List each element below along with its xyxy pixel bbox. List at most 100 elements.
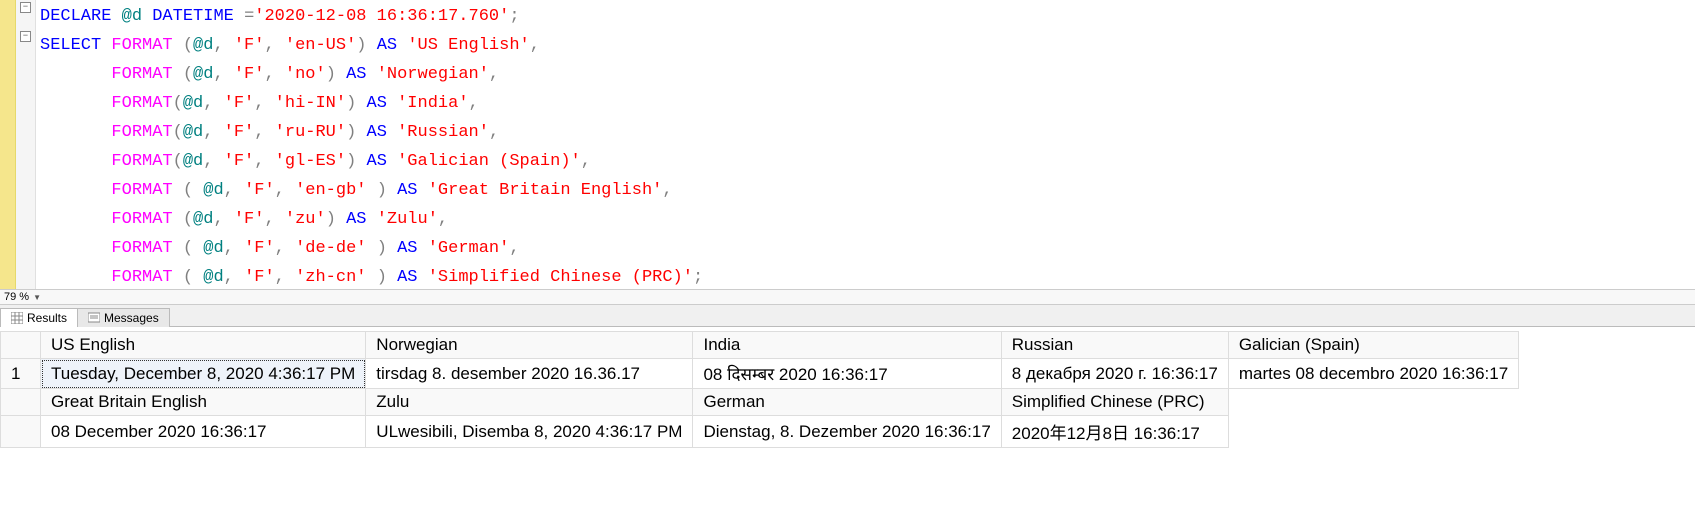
paren: ) [356,36,366,55]
sql-variable: @d [122,7,142,26]
keyword-as: AS [367,94,387,113]
row-number[interactable] [1,416,41,448]
sql-variable: @d [193,65,213,84]
keyword-as: AS [397,268,417,287]
paren: ) [326,210,336,229]
string-literal: '2020-12-08 16:36:17.760' [254,7,509,26]
change-indicator-gutter [0,0,16,289]
string-literal: 'hi-IN' [275,94,346,113]
grid-cell[interactable]: 08 दिसम्बर 2020 16:36:17 [693,359,1001,389]
fold-toggle[interactable]: − [20,2,31,13]
column-header[interactable]: India [693,332,1001,359]
paren: ( [173,152,183,171]
row-number[interactable]: 1 [1,359,41,389]
grid-cell[interactable]: Tuesday, December 8, 2020 4:36:17 PM [41,359,366,389]
keyword-as: AS [346,65,366,84]
paren: ( [173,268,204,287]
column-header[interactable]: German [693,389,1001,416]
string-literal: 'zh-cn' [295,268,366,287]
sql-type: DATETIME [152,7,234,26]
comma: , [530,36,540,55]
comma: , [213,65,223,84]
grid-cell[interactable]: 08 December 2020 16:36:17 [41,416,366,448]
paren: ) [326,65,336,84]
paren: ( [173,210,193,229]
semicolon: ; [693,268,703,287]
function-format: FORMAT [111,65,172,84]
zoom-level-selector[interactable]: 79 % ▼ [0,290,1695,305]
paren: ( [173,65,193,84]
column-header[interactable]: Norwegian [366,332,693,359]
comma: , [469,94,479,113]
comma: , [581,152,591,171]
comma: , [509,239,519,258]
string-literal: 'F' [224,123,255,142]
string-literal: 'F' [244,181,275,200]
sql-variable: @d [203,268,223,287]
string-literal: 'German' [428,239,510,258]
column-header[interactable]: Galician (Spain) [1228,332,1518,359]
comma: , [489,123,499,142]
tab-results[interactable]: Results [0,308,78,327]
string-literal: 'zu' [285,210,326,229]
header-row: US English Norwegian India Russian Galic… [1,332,1519,359]
paren: ) [346,94,356,113]
function-format: FORMAT [111,268,172,287]
fold-gutter: − − [16,0,36,289]
keyword-as: AS [367,123,387,142]
operator: = [244,7,254,26]
comma: , [264,210,274,229]
results-grid-panel: US English Norwegian India Russian Galic… [0,327,1695,448]
sql-variable: @d [183,152,203,171]
comma: , [224,239,234,258]
function-format: FORMAT [111,181,172,200]
results-grid[interactable]: US English Norwegian India Russian Galic… [0,331,1519,448]
paren: ( [173,94,183,113]
messages-icon [88,312,100,324]
string-literal: 'no' [285,65,326,84]
row-header-corner[interactable] [1,389,41,416]
column-header[interactable]: Zulu [366,389,693,416]
string-literal: 'de-de' [295,239,366,258]
string-literal: 'F' [244,268,275,287]
row-header-corner[interactable] [1,332,41,359]
column-header[interactable]: US English [41,332,366,359]
comma: , [264,36,274,55]
column-header[interactable]: Great Britain English [41,389,366,416]
column-header[interactable]: Simplified Chinese (PRC) [1001,389,1228,416]
function-format: FORMAT [111,94,172,113]
sql-variable: @d [183,94,203,113]
string-literal: 'F' [224,94,255,113]
grid-cell[interactable]: 2020年12月8日 16:36:17 [1001,416,1228,448]
results-tabs: Results Messages [0,305,1695,327]
comma: , [254,123,264,142]
code-text[interactable]: DECLARE @d DATETIME ='2020-12-08 16:36:1… [36,0,707,289]
tab-label: Results [27,311,67,325]
paren: ( [173,239,204,258]
keyword-as: AS [367,152,387,171]
comma: , [275,239,285,258]
grid-cell[interactable]: tirsdag 8. desember 2020 16.36.17 [366,359,693,389]
code-editor[interactable]: − − DECLARE @d DATETIME ='2020-12-08 16:… [0,0,1695,290]
sql-variable: @d [183,123,203,142]
grid-cell[interactable]: 8 декабря 2020 г. 16:36:17 [1001,359,1228,389]
string-literal: 'Galician (Spain)' [397,152,581,171]
tab-messages[interactable]: Messages [77,308,170,327]
keyword-declare: DECLARE [40,7,111,26]
column-header[interactable]: Russian [1001,332,1228,359]
string-literal: 'Zulu' [377,210,438,229]
string-literal: 'gl-ES' [275,152,346,171]
function-format: FORMAT [111,210,172,229]
grid-cell[interactable]: Dienstag, 8. Dezember 2020 16:36:17 [693,416,1001,448]
paren: ) [346,152,356,171]
comma: , [275,181,285,200]
data-row: 1 Tuesday, December 8, 2020 4:36:17 PM t… [1,359,1519,389]
grid-cell[interactable]: martes 08 decembro 2020 16:36:17 [1228,359,1518,389]
grid-cell[interactable]: ULwesibili, Disemba 8, 2020 4:36:17 PM [366,416,693,448]
function-format: FORMAT [111,239,172,258]
function-format: FORMAT [111,123,172,142]
fold-toggle[interactable]: − [20,31,31,42]
keyword-select: SELECT [40,36,101,55]
comma: , [254,152,264,171]
sql-variable: @d [193,36,213,55]
